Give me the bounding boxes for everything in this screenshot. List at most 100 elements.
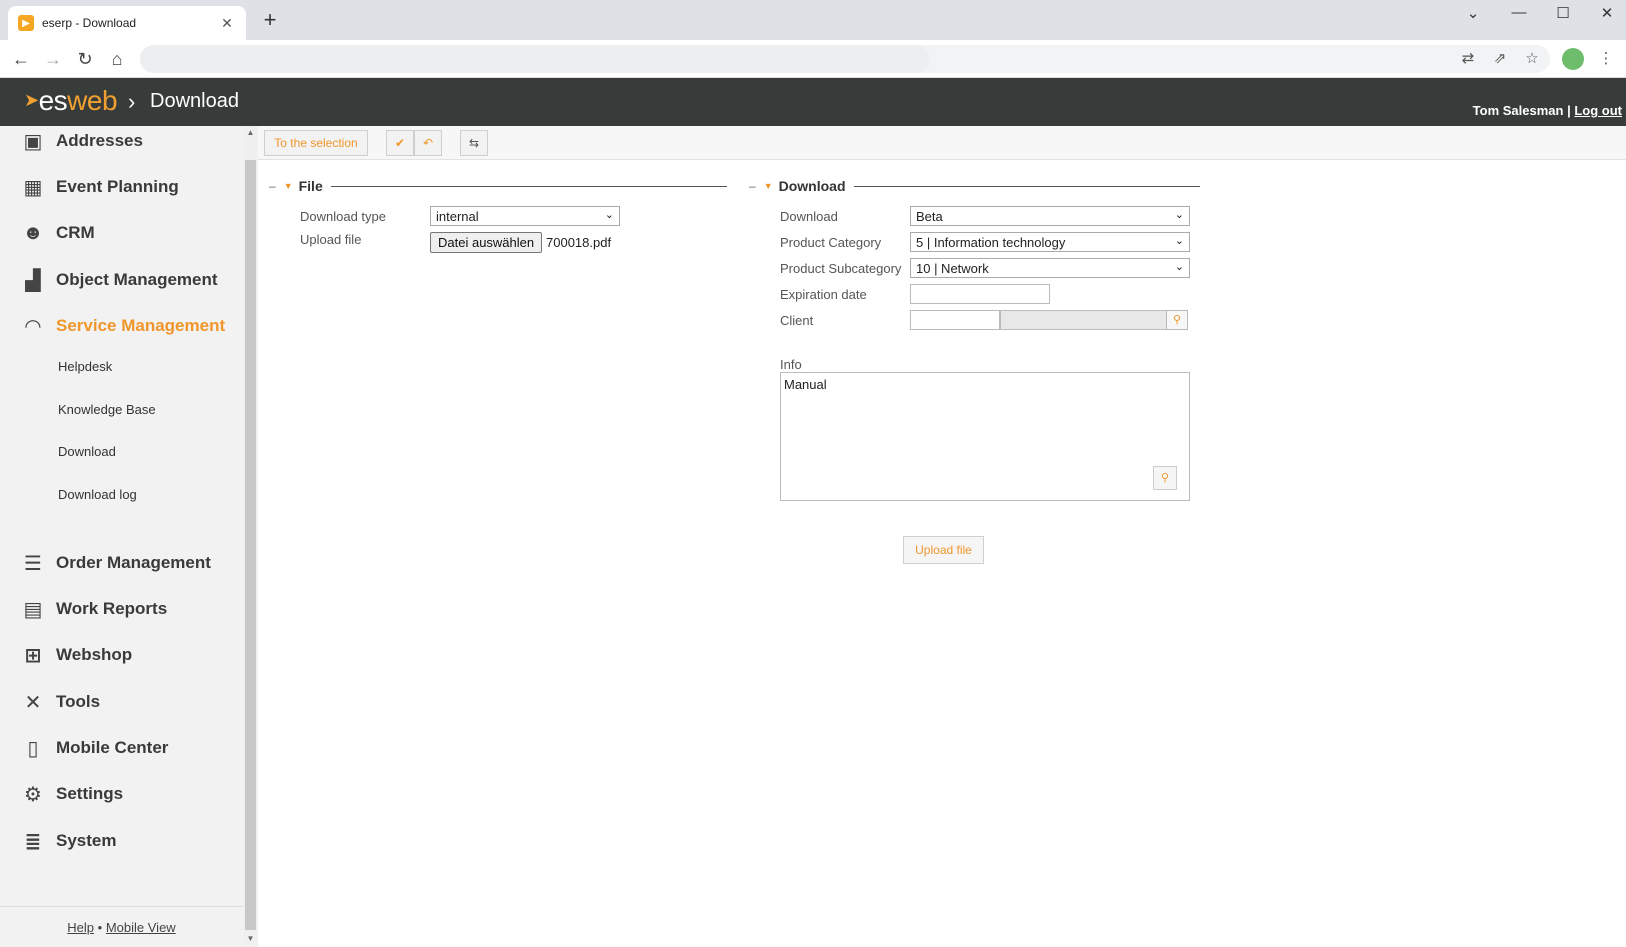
- reload-icon[interactable]: ↻: [72, 47, 98, 71]
- sidebar-subitem-helpdesk[interactable]: Helpdesk: [58, 359, 112, 374]
- chevron-down-icon: ⌄: [1174, 261, 1184, 273]
- download-label: Download: [780, 209, 838, 224]
- product-subcategory-select[interactable]: 10 | Network ⌄: [910, 258, 1190, 278]
- sidebar-footer: Help • Mobile View: [0, 906, 243, 947]
- sidebar-item-event-planning[interactable]: ▦ Event Planning: [20, 172, 179, 202]
- magnifier-icon: ⚲: [1172, 314, 1182, 326]
- translate-icon[interactable]: ⇄: [1458, 50, 1478, 68]
- info-lookup-button[interactable]: ⚲: [1153, 466, 1177, 490]
- download-section-header[interactable]: – ▼ Download: [749, 178, 1200, 194]
- users-icon: ☻: [22, 221, 44, 244]
- address-text-area: [140, 45, 930, 73]
- choose-file-button[interactable]: Datei auswählen: [430, 232, 543, 253]
- new-tab-button[interactable]: +: [258, 9, 282, 31]
- chevron-down-icon: ⌄: [1174, 235, 1184, 247]
- tab-search-icon[interactable]: ⌄: [1458, 4, 1488, 22]
- mobile-view-link[interactable]: Mobile View: [106, 920, 176, 935]
- sidebar-item-service-management[interactable]: ◠ Service Management: [20, 311, 225, 341]
- logo-arrow-icon: ➤: [24, 90, 39, 110]
- sidebar-scrollbar[interactable]: ▲ ▼: [243, 126, 258, 947]
- back-icon[interactable]: ←: [8, 47, 34, 71]
- client-lookup-button[interactable]: ⚲: [1166, 310, 1188, 330]
- database-icon: ≣: [24, 830, 42, 853]
- scroll-down-icon[interactable]: ▼: [245, 934, 256, 943]
- user-separator: |: [1567, 103, 1571, 118]
- sidebar-item-tools[interactable]: ✕ Tools: [20, 687, 100, 717]
- sidebar-subitem-knowledge-base[interactable]: Knowledge Base: [58, 402, 156, 417]
- upload-file-button[interactable]: Upload file: [903, 536, 984, 564]
- sidebar-subitem-download-log[interactable]: Download log: [58, 487, 137, 502]
- help-link[interactable]: Help: [67, 920, 94, 935]
- user-name: Tom Salesman: [1472, 103, 1564, 118]
- chevron-down-icon: ▼: [283, 181, 293, 191]
- collapse-icon: –: [269, 179, 276, 193]
- profile-avatar[interactable]: [1562, 48, 1584, 70]
- download-select[interactable]: Beta ⌄: [910, 206, 1190, 226]
- file-section-header[interactable]: – ▼ File: [269, 178, 727, 194]
- share-icon[interactable]: ⇗: [1490, 50, 1510, 68]
- download-type-select[interactable]: internal ⌄: [430, 206, 620, 226]
- scrollbar-thumb[interactable]: [245, 160, 256, 930]
- product-category-label: Product Category: [780, 235, 882, 250]
- client-number-input[interactable]: [910, 310, 1000, 330]
- logout-link[interactable]: Log out: [1574, 103, 1622, 118]
- minimize-icon[interactable]: —: [1504, 4, 1534, 21]
- translate-button[interactable]: ⇆: [460, 130, 488, 156]
- expiration-date-input[interactable]: [910, 284, 1050, 304]
- magnifier-icon: ⚲: [1160, 472, 1170, 484]
- user-info: Tom Salesman | Log out: [1473, 103, 1622, 118]
- section-divider: [853, 185, 1200, 187]
- tools-icon: ✕: [24, 691, 42, 714]
- product-subcategory-label: Product Subcategory: [780, 261, 902, 276]
- app-header: ➤esweb › Download Tom Salesman | Log out: [0, 78, 1626, 126]
- sidebar-item-order-management[interactable]: ☰ Order Management: [20, 548, 211, 578]
- client-name-field: [1000, 310, 1167, 330]
- sidebar-item-webshop[interactable]: ⊞ Webshop: [20, 640, 133, 670]
- headset-icon: ◠: [25, 315, 41, 338]
- upload-file-label: Upload file: [300, 232, 362, 247]
- save-button[interactable]: ✔: [386, 130, 414, 156]
- gears-icon: ⚙: [24, 783, 42, 806]
- translate-icon: ⇆: [468, 136, 480, 150]
- section-divider: [330, 185, 727, 187]
- checkmark-icon: ✔: [394, 136, 406, 150]
- to-selection-button[interactable]: To the selection: [264, 130, 368, 156]
- browser-toolbar: ← → ↻ ⌂ ⇄ ⇗ ☆ ⋮: [0, 40, 1626, 78]
- page-title: Download: [150, 90, 239, 112]
- sidebar-item-object-management[interactable]: ▟ Object Management: [20, 265, 217, 295]
- sidebar-item-addresses[interactable]: ▣ Addresses: [20, 126, 143, 156]
- breadcrumb-separator-icon: ›: [128, 89, 136, 114]
- address-bar[interactable]: [140, 45, 1550, 73]
- chevron-down-icon: ⌄: [1174, 209, 1184, 221]
- forward-icon[interactable]: →: [40, 47, 66, 71]
- footer-separator: •: [97, 920, 103, 935]
- sidebar: ▣ Addresses ▦ Event Planning ☻ CRM ▟ Obj…: [0, 126, 258, 947]
- undo-button[interactable]: ↶: [414, 130, 442, 156]
- info-label: Info: [780, 357, 802, 372]
- selected-file-name: 700018.pdf: [546, 235, 612, 250]
- browser-menu-icon[interactable]: ⋮: [1596, 50, 1616, 68]
- maximize-icon[interactable]: ☐: [1548, 4, 1578, 22]
- eserp-favicon-icon: ▶: [18, 15, 34, 31]
- sidebar-item-crm[interactable]: ☻ CRM: [20, 218, 94, 248]
- browser-tab[interactable]: ▶ eserp - Download ✕: [8, 6, 246, 40]
- esweb-logo[interactable]: ➤esweb: [24, 85, 118, 117]
- chevron-down-icon: ▼: [763, 181, 773, 191]
- close-window-icon[interactable]: ✕: [1592, 4, 1622, 22]
- sidebar-item-mobile-center[interactable]: ▯ Mobile Center: [20, 733, 168, 763]
- sidebar-item-system[interactable]: ≣ System: [20, 826, 117, 856]
- tab-close-icon[interactable]: ✕: [218, 15, 236, 32]
- sidebar-subitem-download[interactable]: Download: [58, 444, 116, 459]
- expiration-date-label: Expiration date: [780, 287, 867, 302]
- sidebar-item-work-reports[interactable]: ▤ Work Reports: [20, 594, 168, 624]
- bookmark-star-icon[interactable]: ☆: [1522, 50, 1542, 68]
- action-toolbar: To the selection ✔ ↶ ⇆: [258, 126, 1626, 160]
- scroll-up-icon[interactable]: ▲: [245, 128, 256, 137]
- calendar-icon: ▦: [23, 176, 43, 199]
- product-category-select[interactable]: 5 | Information technology ⌄: [910, 232, 1190, 252]
- sidebar-item-settings[interactable]: ⚙ Settings: [20, 779, 123, 809]
- info-textarea[interactable]: Manual: [780, 372, 1190, 501]
- home-icon[interactable]: ⌂: [104, 47, 130, 71]
- client-label: Client: [780, 313, 814, 328]
- chevron-down-icon: ⌄: [604, 209, 614, 221]
